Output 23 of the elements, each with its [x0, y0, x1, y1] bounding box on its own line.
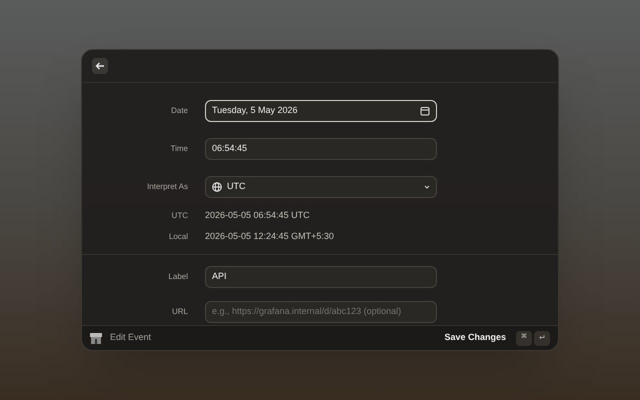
shortcut-key: ⌘	[516, 330, 532, 346]
field-label: Time	[170, 143, 188, 155]
date-field[interactable]: Tuesday, 5 May 2026	[205, 100, 437, 122]
field-label: URL	[170, 306, 188, 318]
shortcut-key: ↵	[534, 330, 550, 346]
calendar-icon	[420, 106, 430, 116]
storefront-icon	[90, 332, 102, 344]
input-field[interactable]: 06:54:45	[205, 138, 437, 160]
back-button[interactable]	[92, 58, 108, 74]
readout-value: 2026-05-05 12:24:45 GMT+5:30	[205, 230, 334, 244]
readout-label: UTC	[170, 210, 188, 222]
input-field[interactable]: API	[205, 266, 437, 288]
globe-icon	[212, 182, 222, 192]
field-label: Interpret As	[146, 181, 188, 193]
readout-value: 2026-05-05 06:54:45 UTC	[205, 209, 310, 222]
chevron-down-icon	[424, 185, 430, 189]
back-arrow-icon	[95, 61, 105, 71]
save-changes-button[interactable]: Save Changes	[444, 331, 506, 345]
field-label: Date	[170, 105, 188, 117]
field-label: Label	[167, 271, 188, 283]
footer-title: Edit Event	[110, 331, 152, 344]
timezone-dropdown[interactable]: UTC	[205, 176, 437, 198]
readout-label: Local	[168, 231, 188, 243]
